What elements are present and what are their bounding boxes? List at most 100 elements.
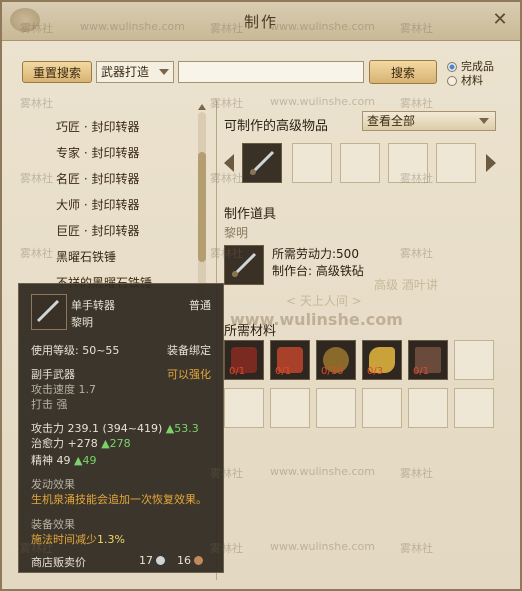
material-slot[interactable]: 0/3 [362,340,402,380]
category-dropdown[interactable]: 武器打造 [96,61,174,83]
tooltip-proc-text: 生机泉涌技能会追加一次恢复效果。 [31,493,207,506]
tooltip-equip-value: 1.3% [97,533,125,546]
watermark: www.wulinshe.com [270,540,375,553]
tooltip-item-name: 单手转器 [71,299,115,312]
material-slot[interactable] [316,388,356,428]
copper-coin-icon [194,556,203,565]
close-icon[interactable]: ✕ [490,10,510,30]
search-input[interactable] [178,61,364,83]
list-item[interactable]: 名匠 · 封印转器 [56,170,139,187]
tooltip-spirit: 精神 49 ▲49 [31,452,96,468]
material-slot[interactable] [362,388,402,428]
tooltip-enhance: 可以强化 [167,368,211,381]
material-qty: 0/1 [413,366,430,377]
watermark: www.wulinshe.com [230,310,403,329]
advanced-items-heading: 可制作的高级物品 [224,119,329,134]
tooltip-attack-value: 攻击力 239.1 (394~419) [31,422,163,435]
tooltip-heal-value: 治愈力 +278 [31,437,98,450]
tooltip-bind: 装备绑定 [167,344,211,357]
radio-selected-icon [447,62,457,72]
silver-coin-icon [156,556,165,565]
advanced-item-slot[interactable] [340,143,380,183]
tooltip-level-req: 使用等级: 50~55 [31,344,120,357]
material-slot[interactable] [224,388,264,428]
tooltip-slot: 副手武器 [31,368,75,381]
watermark: 雾林社 [20,172,53,185]
watermark: 雾林社 [400,97,433,110]
tooltip-item-icon [31,294,67,330]
chevron-down-icon [159,69,169,75]
reset-search-button[interactable]: 重置搜索 [22,61,92,83]
tooltip-equip-title: 装备效果 [31,518,75,531]
material-slot[interactable] [454,340,494,380]
crafting-station: 制作台: 高级铁砧 [272,264,364,278]
world-overlay-text: 高级 酒叶讲 [374,278,438,292]
list-item[interactable]: 黑曜石铁锤 [56,248,116,265]
material-slot[interactable]: 0/1 [224,340,264,380]
item-tooltip: 单手转器 普通 黎明 使用等级: 50~55 装备绑定 副手武器 可以强化 攻击… [18,283,224,573]
tooltip-copper: 16 [177,554,203,567]
advanced-item-slot[interactable] [436,143,476,183]
watermark: 雾林社 [210,542,243,555]
list-item[interactable]: 巧匠 · 封印转器 [56,118,139,135]
sword-icon [249,150,275,176]
radio-unselected-icon [447,76,457,86]
watermark: www.wulinshe.com [270,465,375,478]
tools-heading: 制作道具 [224,207,277,222]
material-slot[interactable]: 0/1 [408,340,448,380]
watermark: 雾林社 [210,247,243,260]
watermark: 雾林社 [400,172,433,185]
tooltip-attack-delta: ▲53.3 [165,422,199,435]
view-filter-value: 查看全部 [367,114,416,128]
material-slot[interactable]: 0/1 [270,340,310,380]
category-value: 武器打造 [101,65,150,79]
watermark: www.wulinshe.com [270,95,375,108]
tooltip-silver: 17 [139,554,165,567]
list-item[interactable]: 大师 · 封印转器 [56,196,139,213]
tooltip-subname: 黎明 [71,316,93,329]
tooltip-spirit-value: 精神 49 [31,454,71,467]
watermark: www.wulinshe.com [270,20,375,33]
watermark: 雾林社 [210,97,243,110]
watermark: 雾林社 [20,97,53,110]
sword-icon [36,299,60,323]
tool-name: 黎明 [224,226,249,240]
tooltip-grade: 普通 [189,299,211,312]
watermark: 雾林社 [20,542,53,555]
next-arrow-icon[interactable] [486,154,496,172]
watermark: 雾林社 [400,22,433,35]
radio-materials-label: 材料 [461,74,483,87]
scroll-up-icon[interactable] [198,104,206,110]
material-slot[interactable] [408,388,448,428]
material-slot[interactable] [270,388,310,428]
watermark: 雾林社 [400,542,433,555]
watermark: 雾林社 [210,467,243,480]
search-button[interactable]: 搜索 [369,60,437,84]
copper-amount: 16 [177,554,191,567]
advanced-item-slot[interactable] [292,143,332,183]
tooltip-hit: 打击 强 [31,398,68,411]
tooltip-heal: 治愈力 +278 ▲278 [31,435,131,451]
list-item[interactable]: 专家 · 封印转器 [56,144,139,161]
tooltip-proc-title: 发动效果 [31,478,75,491]
watermark: 雾林社 [400,467,433,480]
list-scrollbar-thumb[interactable] [198,152,206,262]
tooltip-attack: 攻击力 239.1 (394~419) ▲53.3 [31,420,199,436]
world-overlay-text: < 天上人间 > [286,294,362,308]
material-slot[interactable] [454,388,494,428]
labor-requirement: 所需劳动力:500 [272,247,359,261]
tooltip-spirit-delta: ▲49 [74,454,97,467]
watermark: 雾林社 [210,172,243,185]
silver-amount: 17 [139,554,153,567]
advanced-item-slot[interactable] [242,143,282,183]
view-filter-dropdown[interactable]: 查看全部 [362,111,496,131]
radio-materials[interactable]: 材料 [447,72,483,88]
watermark: 雾林社 [210,22,243,35]
material-qty: 0/3 [367,366,384,377]
material-qty: 0/1 [229,366,246,377]
tooltip-heal-delta: ▲278 [101,437,131,450]
material-slot[interactable]: 0/10 [316,340,356,380]
tooltip-speed: 攻击速度 1.7 [31,383,96,396]
material-qty: 0/10 [321,366,344,377]
list-item[interactable]: 巨匠 · 封印转器 [56,222,139,239]
